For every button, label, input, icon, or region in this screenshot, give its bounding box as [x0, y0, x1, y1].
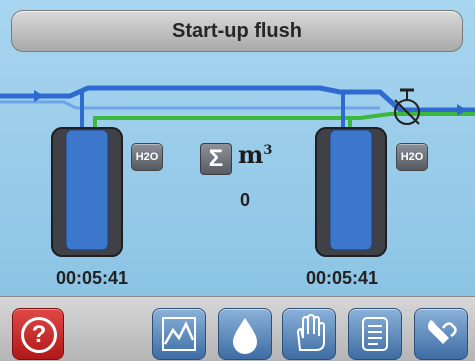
sigma-icon: Σ — [200, 143, 232, 175]
volume-unit: m3 — [238, 140, 272, 169]
log-button[interactable] — [348, 308, 402, 360]
help-icon: ? — [21, 317, 57, 353]
settings-button[interactable] — [414, 308, 468, 360]
flow-arrow-left — [34, 90, 44, 102]
right-water-badge: H2O — [396, 143, 428, 171]
upper-pipe — [0, 100, 380, 110]
hand-icon — [296, 314, 325, 351]
outlet-pipe — [93, 116, 352, 128]
chart-icon — [162, 317, 196, 351]
left-water-label: H2O — [135, 151, 159, 163]
right-timer: 00:05:41 — [306, 268, 379, 288]
unit-symbol: m — [238, 140, 264, 169]
water-drop-icon — [233, 318, 257, 354]
unit-power: 3 — [263, 143, 273, 158]
left-filter-fill — [65, 129, 109, 251]
water-button[interactable] — [218, 308, 272, 360]
chart-button[interactable] — [152, 308, 206, 360]
help-button[interactable]: ? — [12, 308, 64, 360]
volume-value: 0 — [239, 190, 250, 210]
wrench-icon — [428, 320, 457, 344]
left-timer: 00:05:41 — [56, 268, 129, 288]
right-water-label: H2O — [400, 151, 424, 163]
document-icon — [362, 317, 388, 351]
process-screen: Start-up flush H2O H2O Σ m3 0 00:05:41 0… — [0, 0, 475, 296]
bottom-toolbar: ? — [0, 296, 475, 361]
manual-button[interactable] — [282, 308, 336, 360]
right-filter-fill — [329, 129, 373, 251]
left-water-badge: H2O — [131, 143, 163, 171]
